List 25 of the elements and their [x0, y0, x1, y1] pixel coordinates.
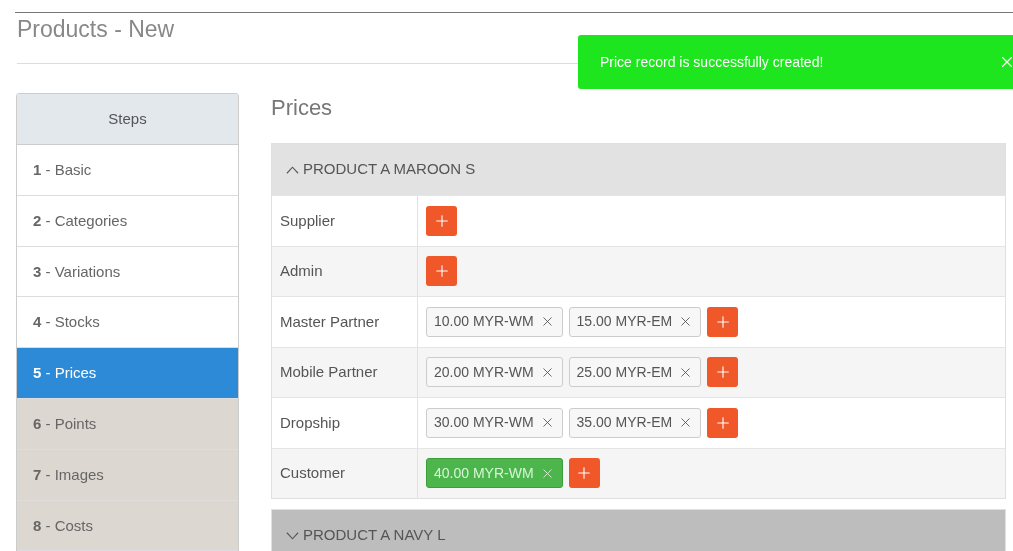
price-tag[interactable]: 10.00 MYR-WM: [426, 306, 563, 337]
role-label: Dropship: [272, 398, 418, 448]
price-tag[interactable]: 35.00 MYR-EM: [568, 407, 702, 438]
add-button[interactable]: [707, 357, 739, 388]
page-title: Products - New: [17, 15, 175, 43]
role-label: Supplier: [272, 196, 418, 246]
role-label: Master Partner: [272, 297, 418, 347]
add-button[interactable]: [568, 458, 600, 489]
price-tag[interactable]: 25.00 MYR-EM: [568, 357, 702, 388]
add-button[interactable]: [426, 256, 457, 287]
toast-message: Price record is successfully created!: [600, 52, 824, 72]
section-heading: Prices: [271, 94, 333, 122]
steps-header: Steps: [17, 94, 238, 145]
section-header[interactable]: PRODUCT A MAROON S: [272, 144, 1005, 195]
step-item[interactable]: 5 - Prices: [17, 348, 238, 399]
add-button[interactable]: [707, 407, 739, 438]
price-tag[interactable]: 20.00 MYR-WM: [426, 357, 563, 388]
price-tag[interactable]: 15.00 MYR-EM: [568, 306, 702, 337]
role-label: Customer: [272, 448, 418, 498]
add-button[interactable]: [426, 205, 457, 236]
price-tag[interactable]: 30.00 MYR-WM: [426, 407, 563, 438]
add-button[interactable]: [707, 306, 739, 337]
chevron-down-icon: [286, 531, 299, 540]
section-header[interactable]: PRODUCT A NAVY L: [272, 510, 1005, 551]
chevron-up-icon: [286, 165, 299, 174]
